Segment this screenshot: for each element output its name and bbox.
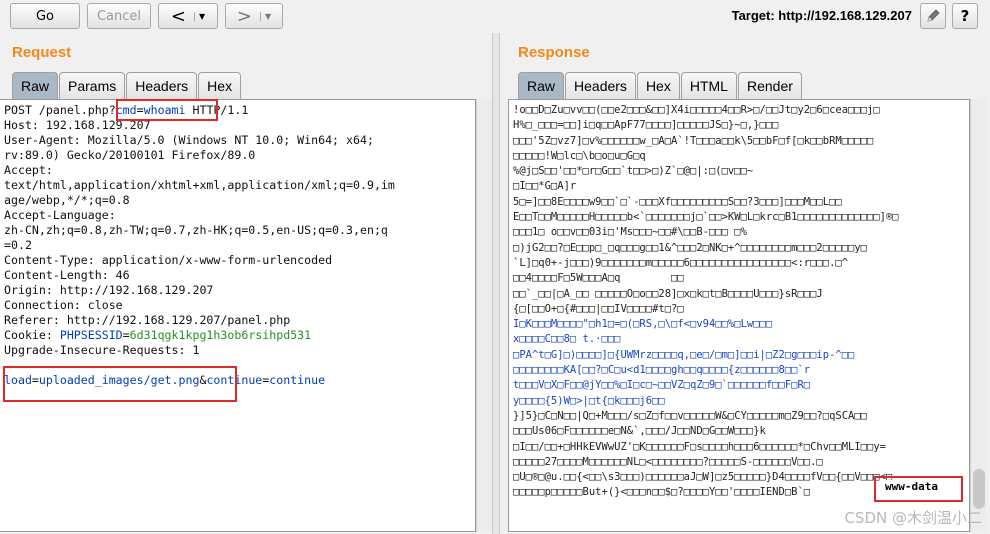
help-button[interactable]: ? [952, 3, 978, 29]
pencil-icon [927, 9, 940, 22]
highlight-output [874, 476, 963, 502]
header-accept-value: text/html,application/xhtml+xml,applicat… [4, 178, 395, 192]
response-tabs: Raw Headers Hex HTML Render [518, 72, 803, 99]
response-line: □□□1□ o□□v□□03i□'Ms□□□~□□#\□□B-□□□ □% [513, 226, 747, 239]
chevron-down-icon[interactable]: ▼ [259, 11, 271, 21]
response-scrollbar[interactable] [970, 99, 986, 532]
request-editor[interactable]: POST /panel.php?cmd=whoami HTTP/1.1 Host… [0, 99, 476, 532]
tab-html[interactable]: HTML [680, 72, 737, 99]
forward-arrow-icon: > [236, 5, 252, 27]
header-user-agent: User-Agent: Mozilla/5.0 (Windows NT 10.0… [4, 133, 374, 147]
back-arrow-icon: < [170, 5, 186, 27]
response-line: □□□'5Z□vz7]□v%□□□□□□w_□A□A`!T□□□a□□k\5□□… [513, 134, 874, 147]
tab-headers[interactable]: Headers [565, 72, 636, 99]
highlight-body [3, 366, 237, 402]
response-line: 5□=]□□8E□□□□w9□□`□`-□□□Xf□□□□□□□□□S□□?3□… [513, 195, 842, 208]
header-host: Host: 192.168.129.207 [4, 118, 151, 132]
cancel-button[interactable]: Cancel [87, 3, 151, 29]
response-line: x□□□□C□□8□ t.·□□□ [513, 333, 621, 346]
tab-raw[interactable]: Raw [12, 72, 59, 99]
response-line: □□□Us06□F□□□□□□e□N&`,□□□/J□□ND□G□□W□□□}k [513, 425, 766, 438]
header-upgrade: Upgrade-Insecure-Requests: 1 [4, 343, 200, 357]
back-button[interactable]: < ▼ [158, 3, 218, 29]
response-line: }]5}□C□N□□|Q□+M□□□/s□Z□f□□v□□□□□W&□CY□□□… [513, 409, 868, 422]
watermark: CSDN @木剑温小二 [844, 509, 982, 527]
pane-divider[interactable] [492, 33, 500, 534]
response-line: □□`_□□|□A_□□ □□□□□O□o□□28]□x□k□t□B□□□□U□… [513, 287, 823, 300]
response-line: □□□□□!W□lc□\b□o□u□G□q [513, 149, 646, 162]
header-accept-value-cont: age/webp,*/*;q=0.8 [4, 193, 130, 207]
request-scrollbar[interactable] [476, 99, 492, 532]
response-line: □□4□□□□F□5W□□□A□q □□ [513, 272, 684, 285]
scrollbar-thumb[interactable] [973, 469, 985, 509]
toolbar: Go Cancel < ▼ > ▼ Target: http://192.168… [0, 0, 990, 33]
header-content-type: Content-Type: application/x-www-form-url… [4, 253, 333, 267]
header-referer: Referer: http://192.168.129.207/panel.ph… [4, 313, 291, 327]
tab-hex[interactable]: Hex [636, 72, 680, 99]
response-editor[interactable]: !o□□D□Zu□vv□□(□□e2□□□&□□]X4i□□□□□4□□R>□/… [508, 99, 970, 532]
response-line: H%□_□□□=□□]i□q□□ApF77□□□□]□□□□□JS□}~□,}□… [513, 119, 779, 132]
response-line: `L]□q0+-j□□□)9□□□□□□□m□□□□□6□□□□□□□□□□□□… [513, 256, 849, 269]
header-content-length: Content-Length: 46 [4, 268, 130, 282]
response-line: □I□□*G□A]r [513, 180, 577, 193]
header-connection: Connection: close [4, 298, 123, 312]
response-title: Response [518, 44, 590, 61]
tab-render[interactable]: Render [737, 72, 802, 99]
response-line: E□□T□□M□□□□□H□□□□□b<`□□□□□□□j□`□□>KW□L□k… [513, 211, 899, 224]
request-title: Request [12, 44, 72, 61]
forward-button[interactable]: > ▼ [225, 3, 283, 29]
header-user-agent-cont: rv:89.0) Gecko/20100101 Firefox/89.0 [4, 148, 256, 162]
response-line: t□□□V□X□F□□@jY□□%□I□c□~□□VZ□qZ□9□`□□□□□□… [513, 379, 811, 392]
response-line: □I□□/□□+□HHkEVWwUZ'□K□□□□□□F□s□□□□h□□□6□… [513, 440, 886, 453]
tab-hex[interactable]: Hex [198, 72, 242, 99]
go-button[interactable]: Go [10, 3, 80, 29]
response-line: □)jG2□□?□E□□p□_□q□□□g□□1&^□□□2□NK□+^□□□□… [513, 241, 868, 254]
tab-params[interactable]: Params [59, 72, 126, 99]
highlight-cmd [116, 99, 218, 121]
response-line: %@j□S□□'□□*□r□G□□`t□□>□)Z`□@□|:□(□v□□~ [513, 165, 754, 178]
response-line: y□□□□{5)W□>|□t{□k□□□j6□□ [513, 394, 665, 407]
edit-target-button[interactable] [920, 3, 946, 29]
response-line: □□□□□□□□KA[□□?□C□u<d1□□□□gh□□q□□□□{z□□□□… [513, 364, 811, 377]
target-label: Target: http://192.168.129.207 [731, 8, 912, 23]
chevron-down-icon[interactable]: ▼ [193, 11, 205, 21]
tab-raw[interactable]: Raw [518, 72, 565, 99]
header-accept-language: Accept-Language: [4, 208, 116, 222]
request-tabs: Raw Params Headers Hex [12, 72, 242, 99]
request-line: POST /panel.php?cmd=whoami HTTP/1.1 [4, 103, 249, 117]
tab-headers[interactable]: Headers [126, 72, 198, 99]
response-lines: !o□□D□Zu□vv□□(□□e2□□□&□□]X4i□□□□□4□□R>□/… [509, 100, 969, 501]
response-line: {□[□□O+□{#□□□|□□IV□□□□#t□?□ [513, 302, 684, 315]
response-line: □PA^t□G]□)□□□□]□{UWMrz□□□□q,□e□/□m□]□□i|… [513, 348, 855, 361]
response-line: !o□□D□Zu□vv□□(□□e2□□□&□□]X4i□□□□□4□□R>□/… [513, 104, 880, 116]
response-line: I□K□□□M□□□□"□h1□=□(□RS,□\□f<□v94□□%□Lw□□… [513, 318, 773, 331]
header-accept-language-value: zh-CN,zh;q=0.8,zh-TW;q=0.7,zh-HK;q=0.5,e… [4, 223, 388, 237]
header-accept-language-cont: =0.2 [4, 238, 32, 252]
header-origin: Origin: http://192.168.129.207 [4, 283, 214, 297]
header-cookie: Cookie: PHPSESSID=6d31qgk1kpg1h3ob6rsihp… [4, 328, 312, 342]
response-line: □□□□□27□□□□M□□□□□□NL□<□□□□□□□□?□□□□□S-□□… [513, 455, 823, 468]
header-accept: Accept: [4, 163, 53, 177]
